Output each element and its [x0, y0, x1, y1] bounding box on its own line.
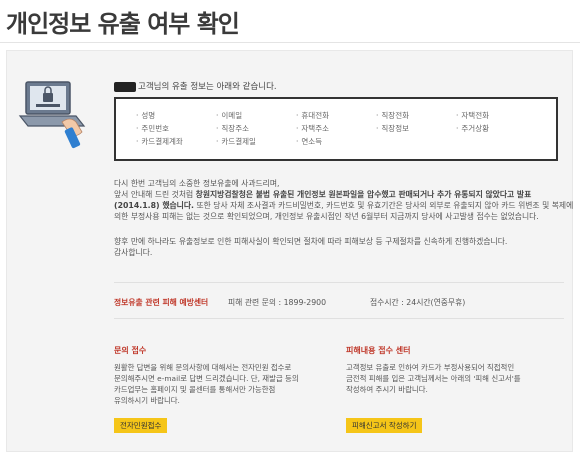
- leaked-item: 이메일: [216, 110, 242, 121]
- divider: [114, 318, 564, 319]
- inquiry-heading: 문의 접수: [114, 346, 147, 355]
- notice-line-4: 의한 부정사용 피해는 없는 것으로 확인되었으며, 개인정보 유출시점인 작년…: [114, 212, 539, 221]
- damage-heading: 피해내용 접수 센터: [346, 346, 411, 355]
- reception-hours: 접수시간 : 24시간(연중무휴): [370, 298, 466, 307]
- leaked-info-box: 성명 이메일 휴대전화 직장전화 자택전화 주민번호 직장주소 자택주소 직장정…: [114, 97, 558, 161]
- leaked-item: 카드결제일: [216, 136, 256, 147]
- damage-line: 금전적 피해를 입은 고객님께서는 아래의 '피해 신고서'를: [346, 374, 521, 383]
- damage-report-button[interactable]: 피해신고서 작성하기: [346, 418, 423, 433]
- leaked-item: 휴대전화: [296, 110, 329, 121]
- leaked-item: 카드결제계좌: [136, 136, 182, 147]
- inquiry-line: 원활한 답변을 위해 문의사항에 대해서는 전자민원 접수로: [114, 363, 292, 372]
- laptop-lock-icon: [18, 81, 86, 149]
- notice-line-5: 향후 만에 하나라도 유출정보로 인한 피해사실이 확인되면 절차에 따라 피해…: [114, 237, 508, 246]
- notice-line-2: 앞서 안내해 드린 것처럼 창원지방검찰청은 불법 유출된 개인정보 원본파일을…: [114, 190, 532, 199]
- leaked-item: 자택전화: [456, 110, 489, 121]
- e-complaint-button[interactable]: 전자민원접수: [114, 418, 168, 433]
- leaked-item: 자택주소: [296, 123, 329, 134]
- inquiry-line: 카드업무는 홈페이지 및 콜센터를 통해서만 가능한점: [114, 385, 276, 394]
- notice-line-1: 다시 한번 고객님의 소중한 정보유출에 사과드리며,: [114, 179, 280, 188]
- prevention-center-label: 정보유출 관련 피해 예방센터: [114, 298, 209, 307]
- intro-text: 고객님의 유출 정보는 아래와 같습니다.: [114, 80, 277, 92]
- leaked-item: 성명: [136, 110, 155, 121]
- leaked-item: 직장전화: [376, 110, 409, 121]
- leaked-item: 연소득: [296, 136, 322, 147]
- leaked-item: 직장정보: [376, 123, 409, 134]
- leaked-item: 주거상황: [456, 123, 489, 134]
- damage-line: 고객정보 유출로 인하여 카드가 부정사용되어 직접적인: [346, 363, 515, 372]
- phone-inquiry: 피해 관련 문의 : 1899-2900: [228, 298, 327, 307]
- inquiry-line: 유의하시기 바랍니다.: [114, 396, 180, 405]
- page-title: 개인정보 유출 여부 확인: [6, 10, 240, 38]
- notice-line-6: 감사합니다.: [114, 248, 153, 257]
- leaked-item: 직장주소: [216, 123, 249, 134]
- inquiry-line: 문의해주시면 e-mail로 답변 드리겠습니다. 단, 재발급 등의: [114, 374, 299, 383]
- leaked-item: 주민번호: [136, 123, 169, 134]
- divider: [114, 282, 564, 283]
- damage-line: 작성하여 주시기 바랍니다.: [346, 385, 428, 394]
- notice-line-3: (2014.1.8) 했습니다. 또한 당사 자체 조사결과 카드비밀번호, 카…: [114, 201, 574, 210]
- title-divider: [0, 42, 580, 43]
- redacted-name: [114, 81, 136, 92]
